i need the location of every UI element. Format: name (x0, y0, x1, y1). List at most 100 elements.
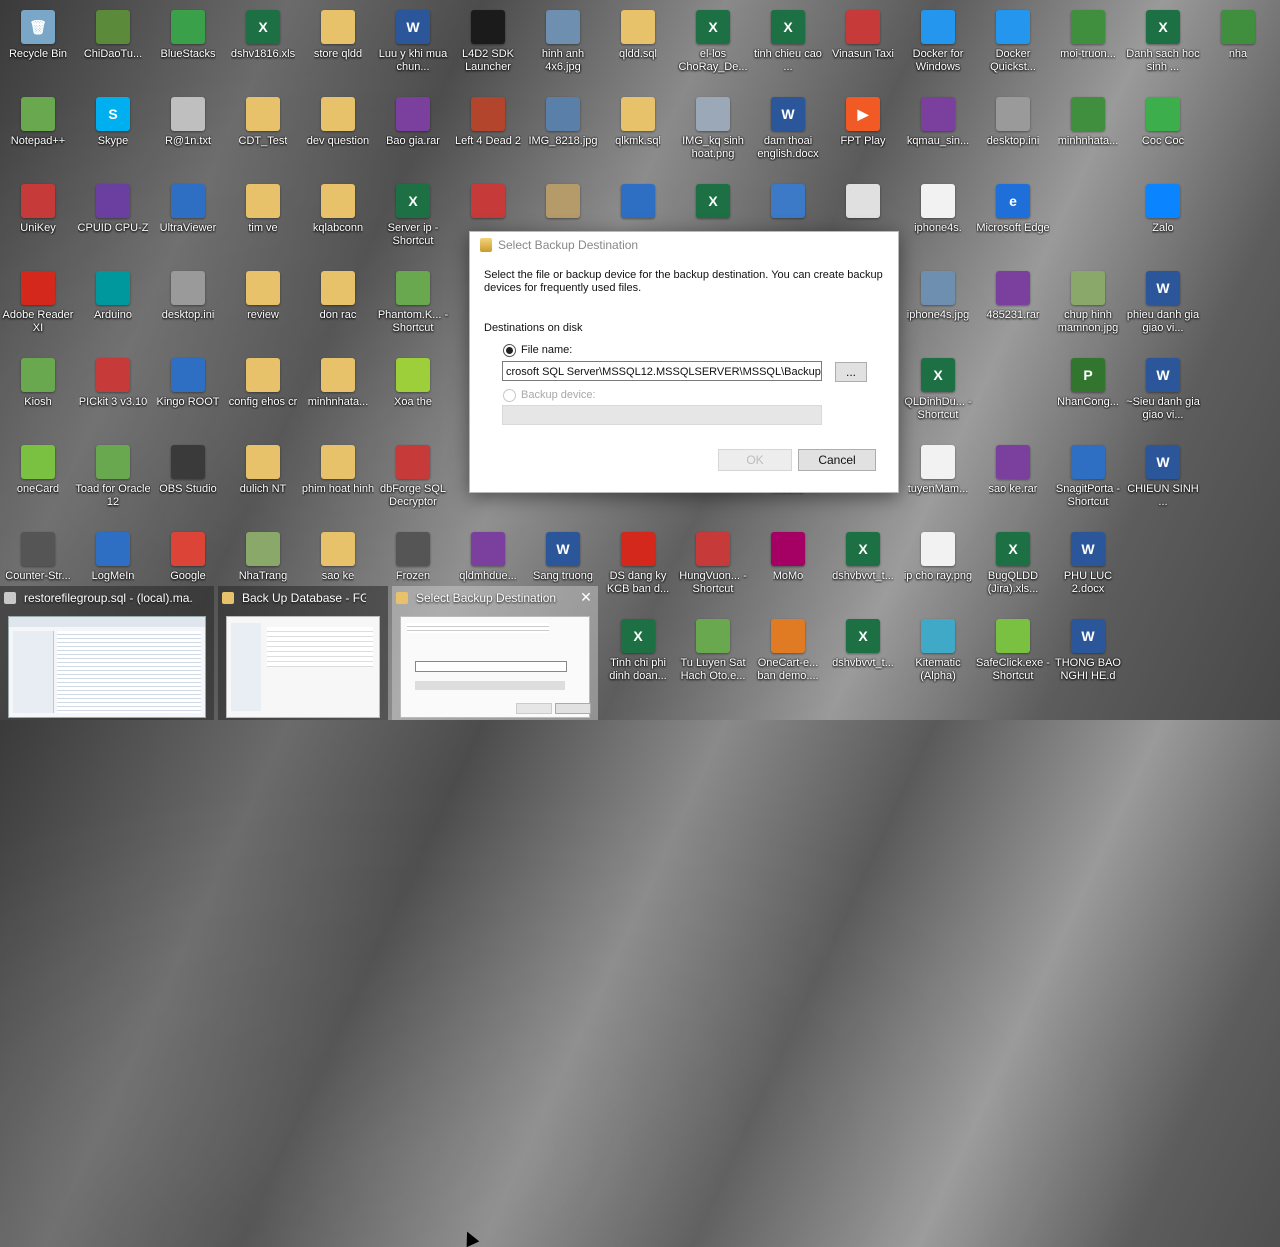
desktop-icon[interactable]: Xel-los ChoRay_De... (675, 10, 751, 74)
desktop-icon[interactable]: W THONG BAO NGHI HE.d (1050, 619, 1126, 683)
ok-button[interactable]: OK (718, 449, 792, 471)
desktop-icon[interactable]: minhnhata... (300, 358, 376, 409)
desktop-icon[interactable]: X BugQLDD (Jira).xls... (975, 532, 1051, 596)
browse-button[interactable]: ... (835, 362, 867, 382)
desktop-icon[interactable]: tuyenMam... (900, 445, 976, 496)
desktop-icon[interactable]: desktop.ini (975, 97, 1051, 148)
thumbnail-select-backup-destination[interactable]: Select Backup Destination ✕ (392, 586, 598, 720)
desktop-icon[interactable]: SnagitPorta - Shortcut (1050, 445, 1126, 509)
desktop-icon[interactable]: BlueStacks (150, 10, 226, 61)
desktop-icon[interactable]: LogMeIn (75, 532, 151, 583)
desktop-icon[interactable]: tim ve (225, 184, 301, 235)
desktop-icon[interactable] (525, 184, 601, 222)
desktop-icon[interactable]: moi-truon... (1050, 10, 1126, 61)
desktop-icon[interactable]: Vinasun Taxi (825, 10, 901, 61)
desktop-icon[interactable]: Toad for Oracle 12 (75, 445, 151, 509)
desktop-icon[interactable]: W Sang truong (525, 532, 601, 583)
desktop-icon[interactable]: dbForge SQL Decryptor (375, 445, 451, 509)
desktop-icon[interactable]: qldmhdue... (450, 532, 526, 583)
desktop-icon[interactable]: Zalo (1125, 184, 1201, 235)
cancel-button[interactable]: Cancel (798, 449, 876, 471)
desktop-icon[interactable]: X Tinh chi phi dinh doan... (600, 619, 676, 683)
backup-device-select[interactable] (502, 405, 822, 425)
desktop-icon[interactable]: DS dang ky KCB ban d... (600, 532, 676, 596)
desktop-icon[interactable]: hinh anh 4x6.jpg (525, 10, 601, 74)
desktop-icon[interactable]: W Luu y khi mua chun... (375, 10, 451, 74)
desktop-icon[interactable]: Kingo ROOT (150, 358, 226, 409)
desktop-icon[interactable]: Frozen (375, 532, 451, 583)
desktop-icon[interactable]: don rac (300, 271, 376, 322)
desktop-icon[interactable]: store qldd (300, 10, 376, 61)
desktop-icon[interactable]: kqmau_sin... (900, 97, 976, 148)
desktop-icon[interactable]: iphone4s.jpg (900, 271, 976, 322)
desktop-icon[interactable] (750, 184, 826, 222)
desktop-icon[interactable]: Xdshvbvvt_t... (825, 532, 901, 583)
desktop-icon[interactable]: IMG_8218.jpg (525, 97, 601, 148)
desktop-icon[interactable] (600, 184, 676, 222)
desktop-icon[interactable]: HungVuon... - Shortcut (675, 532, 751, 596)
desktop-icon[interactable]: OneCart-e... ban demo.... (750, 619, 826, 683)
desktop-icon[interactable]: S Skype (75, 97, 151, 148)
desktop-icon[interactable]: MoMo (750, 532, 826, 583)
desktop-icon[interactable]: phim hoat hinh (300, 445, 376, 496)
desktop-icon[interactable]: Coc Coc (1125, 97, 1201, 148)
desktop-icon[interactable]: Xdshv1816.xls (225, 10, 301, 61)
thumbnail-back-up-database[interactable]: Back Up Database - FG... (218, 586, 388, 720)
desktop-icon[interactable]: X Server ip - Shortcut (375, 184, 451, 248)
desktop-icon[interactable]: chup hinh mamnon.jpg (1050, 271, 1126, 335)
desktop-icon[interactable]: Wdam thoai english.docx (750, 97, 826, 161)
desktop-icon[interactable]: Left 4 Dead 2 (450, 97, 526, 148)
desktop-icon[interactable]: sao ke (300, 532, 376, 583)
desktop-icon[interactable]: W ~Sieu danh gia giao vi... (1125, 358, 1201, 422)
desktop-icon[interactable]: CPUID CPU-Z (75, 184, 151, 235)
desktop-icon[interactable]: Kiosh (0, 358, 76, 409)
desktop-icon[interactable]: CDT_Test (225, 97, 301, 148)
dialog-titlebar[interactable]: Select Backup Destination (470, 232, 898, 258)
desktop-icon[interactable]: Bao gia.rar (375, 97, 451, 148)
desktop-icon[interactable] (450, 184, 526, 222)
desktop-icon[interactable]: Counter-Str... (0, 532, 76, 583)
backup-device-radio[interactable] (503, 389, 516, 402)
desktop-icon[interactable]: 485231.rar (975, 271, 1051, 322)
desktop-icon[interactable]: dulich NT (225, 445, 301, 496)
desktop-icon[interactable] (825, 184, 901, 222)
close-icon[interactable]: ✕ (578, 589, 594, 605)
desktop-icon[interactable]: desktop.ini (150, 271, 226, 322)
desktop-icon[interactable]: W PHU LUC 2.docx (1050, 532, 1126, 596)
desktop-icon[interactable]: ip cho ray.png (900, 532, 976, 583)
desktop-icon[interactable]: Google (150, 532, 226, 583)
desktop-icon[interactable]: Notepad++ (0, 97, 76, 148)
desktop-icon[interactable]: config ehos cr (225, 358, 301, 409)
desktop-icon[interactable]: Wphieu danh gia giao vi... (1125, 271, 1201, 335)
desktop-icon[interactable]: Phantom.K... - Shortcut (375, 271, 451, 335)
desktop-icon[interactable]: qldd.sql (600, 10, 676, 61)
desktop-icon[interactable]: Docker for Windows (900, 10, 976, 74)
desktop-icon[interactable]: Tu Luyen Sat Hach Oto.e... (675, 619, 751, 683)
desktop-icon[interactable]: OBS Studio (150, 445, 226, 496)
desktop-icon[interactable]: sao ke.rar (975, 445, 1051, 496)
desktop-icon[interactable]: Xdshvbvvt_t... (825, 619, 901, 670)
desktop-icon[interactable]: Adobe Reader XI (0, 271, 76, 335)
desktop-icon[interactable]: e Microsoft Edge (975, 184, 1051, 235)
desktop-icon[interactable]: 🗑 Recycle Bin (0, 10, 76, 61)
desktop-icon[interactable]: W CHIEUN SINH ... (1125, 445, 1201, 509)
desktop-icon[interactable]: R@1n.txt (150, 97, 226, 148)
desktop-icon[interactable]: dev question (300, 97, 376, 148)
desktop-icon[interactable]: L4D2 SDK Launcher (450, 10, 526, 74)
desktop-icon[interactable]: IMG_kq sinh hoat.png (675, 97, 751, 161)
desktop-icon[interactable]: minhnhata... (1050, 97, 1126, 148)
desktop-icon[interactable]: X (675, 184, 751, 222)
desktop-icon[interactable]: Kitematic (Alpha) (900, 619, 976, 683)
desktop-icon[interactable]: Docker Quickst... (975, 10, 1051, 74)
desktop-icon[interactable]: Xtinh chieu cao ... (750, 10, 826, 74)
desktop-icon[interactable]: Xoa the (375, 358, 451, 409)
desktop-icon[interactable]: oneCard (0, 445, 76, 496)
desktop-icon[interactable]: X QLDinhDu... - Shortcut (900, 358, 976, 422)
desktop-icon[interactable]: UniKey (0, 184, 76, 235)
desktop-icon[interactable]: nha (1200, 10, 1276, 61)
desktop-icon[interactable]: kqlabconn (300, 184, 376, 235)
desktop-icon[interactable]: P NhanCong... (1050, 358, 1126, 409)
desktop-icon[interactable]: iphone4s. (900, 184, 976, 235)
desktop-icon[interactable]: review (225, 271, 301, 322)
desktop-icon[interactable]: SafeClick.exe - Shortcut (975, 619, 1051, 683)
